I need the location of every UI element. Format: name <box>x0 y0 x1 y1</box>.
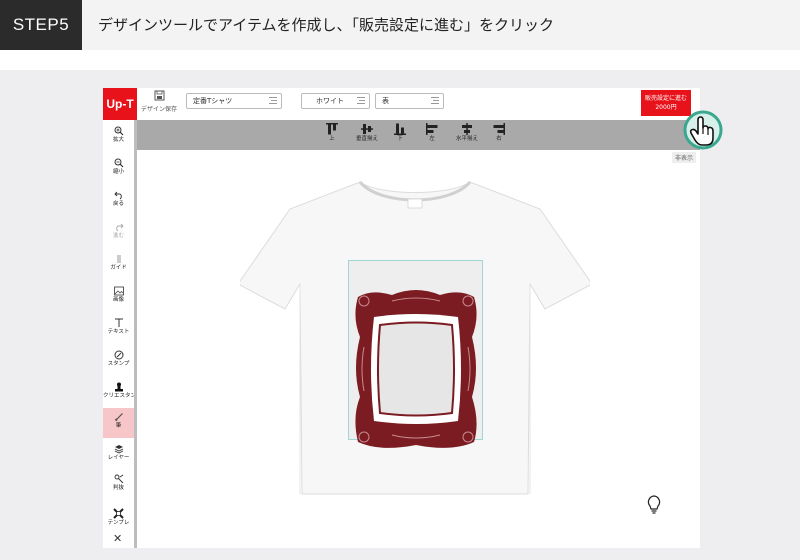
sidebar-label: 判抜 <box>112 485 124 491</box>
floppy-disk-icon <box>139 90 179 105</box>
brush-icon <box>114 413 123 422</box>
sidebar-item-text[interactable]: テキスト <box>103 314 134 344</box>
proceed-label: 販売設定に進む <box>644 95 687 102</box>
align-top-button[interactable]: 上 <box>314 123 350 149</box>
sidebar-item-zoom-in[interactable]: 拡大 <box>103 122 134 152</box>
align-vcenter-label: 垂直揃え <box>355 136 378 142</box>
align-left-button[interactable]: 左 <box>414 123 450 149</box>
sidebar-label: 進む <box>112 233 124 239</box>
dropdown-lines-icon <box>357 97 365 104</box>
top-toolbar: デザイン保存 定番Tシャツ ホワイト 表 販売設定に進む 2000円 <box>137 88 700 120</box>
image-icon <box>113 286 124 296</box>
align-vertical-center-icon <box>361 124 373 134</box>
sidebar-item-creator-stamp[interactable]: クリエスタンプ <box>103 378 134 408</box>
side-select-value: 表 <box>382 97 389 105</box>
item-select[interactable]: 定番Tシャツ <box>186 93 282 109</box>
uptee-logo[interactable]: Up-T <box>103 88 137 120</box>
text-icon <box>114 318 123 327</box>
step-banner: STEP5 デザインツールでアイテムを作成し、「販売設定に進む」をクリック <box>0 0 800 50</box>
sidebar-label: ガイド <box>110 265 127 271</box>
sidebar-label: 拡大 <box>112 137 124 143</box>
ornate-frame-image[interactable] <box>352 287 480 452</box>
creator-stamp-icon <box>114 382 123 392</box>
sidebar-label: スタンプ <box>107 361 130 367</box>
color-select-value: ホワイト <box>316 97 344 105</box>
sidebar-item-stamp[interactable]: スタンプ <box>103 346 134 376</box>
align-top-icon <box>326 123 338 135</box>
sidebar-label: 縮小 <box>112 169 124 175</box>
align-horizontal-center-icon <box>462 123 472 135</box>
zoom-out-icon <box>114 158 123 168</box>
sidebar-item-brush[interactable]: 筆 <box>103 408 134 438</box>
sidebar-label: 画像 <box>112 297 124 303</box>
sidebar-label: テキスト <box>107 329 130 335</box>
design-tool-window: Up-T デザイン保存 定番Tシャツ ホワイト 表 販売設定に進む 2000円 <box>103 88 700 548</box>
layers-icon <box>114 445 123 454</box>
sidebar-item-template[interactable]: テンプレ <box>103 504 134 534</box>
dropdown-lines-icon <box>269 97 277 104</box>
align-left-label: 左 <box>429 136 435 142</box>
redo-icon <box>115 223 124 232</box>
sidebar-item-layers[interactable]: レイヤー <box>103 440 134 470</box>
pointer-hand-icon <box>683 110 723 150</box>
align-right-button[interactable]: 右 <box>481 123 517 149</box>
lightbulb-icon[interactable] <box>647 495 661 515</box>
align-left-icon <box>426 123 438 135</box>
align-bottom-icon <box>394 123 406 135</box>
align-hcenter-button[interactable]: 水平揃え <box>449 123 485 149</box>
step-badge: STEP5 <box>0 0 82 50</box>
close-icon[interactable]: ✕ <box>113 532 122 545</box>
save-design-label: デザイン保存 <box>140 106 177 113</box>
save-design-button[interactable]: デザイン保存 <box>139 90 179 118</box>
step-instruction: デザインツールでアイテムを作成し、「販売設定に進む」をクリック <box>98 16 555 34</box>
align-bottom-button[interactable]: 下 <box>382 123 418 149</box>
align-top-label: 上 <box>329 136 335 142</box>
design-canvas[interactable] <box>140 150 700 548</box>
sidebar-label: クリエスタンプ <box>103 393 134 399</box>
zoom-in-icon <box>114 126 123 136</box>
sidebar-label: 戻る <box>112 201 124 207</box>
item-select-value: 定番Tシャツ <box>193 97 233 105</box>
sidebar-item-cut[interactable]: 判抜 <box>103 470 134 500</box>
guide-icon <box>116 255 121 263</box>
sidebar-item-undo[interactable]: 戻る <box>103 186 134 216</box>
align-right-icon <box>493 123 505 135</box>
align-bottom-label: 下 <box>397 136 403 142</box>
cut-icon <box>114 474 123 484</box>
stamp-icon <box>114 350 123 360</box>
undo-icon <box>113 191 122 200</box>
align-right-label: 右 <box>496 136 502 142</box>
sidebar-item-redo[interactable]: 進む <box>103 218 134 248</box>
dropdown-lines-icon <box>431 97 439 104</box>
tool-sidebar: 拡大 縮小 戻る 進む ガイド 画像 テキスト スタンプ クリエスタン 筆 レイ… <box>103 120 137 548</box>
template-icon <box>113 508 124 519</box>
align-vcenter-button[interactable]: 垂直揃え <box>349 123 385 149</box>
sidebar-item-zoom-out[interactable]: 縮小 <box>103 154 134 184</box>
sidebar-item-image[interactable]: 画像 <box>103 282 134 312</box>
alignment-toolbar: 上 垂直揃え 下 左 水平揃え 右 <box>137 120 700 150</box>
side-select[interactable]: 表 <box>375 93 444 109</box>
sidebar-label: レイヤー <box>107 455 130 461</box>
color-select[interactable]: ホワイト <box>301 93 370 109</box>
sidebar-item-guide[interactable]: ガイド <box>103 250 134 280</box>
align-hcenter-label: 水平揃え <box>455 136 478 142</box>
sidebar-label: 筆 <box>115 423 122 429</box>
sidebar-label: テンプレ <box>107 520 130 526</box>
